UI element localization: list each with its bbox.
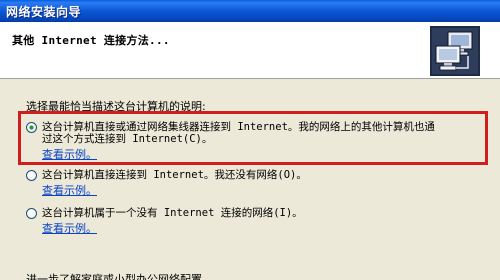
network-computers-icon — [430, 26, 480, 76]
option-shared-connection-example-link[interactable]: 查看示例。 — [42, 146, 97, 162]
option-direct-connection-label: 这台计算机直接连接到 Internet。我还没有网络(O)。 — [42, 169, 307, 181]
option-shared-connection-line2: 过这个方式连接到 Internet(C)。 — [42, 133, 213, 145]
title-bar[interactable]: 网络安装向导 — [0, 0, 500, 22]
wizard-body: 选择最能恰当描述这台计算机的说明: 这台计算机直接或通过网络集线器连接到 Int… — [0, 79, 500, 280]
option-no-internet-radio[interactable] — [26, 208, 37, 219]
option-no-internet-label: 这台计算机属于一个没有 Internet 连接的网络(I)。 — [42, 207, 303, 219]
option-direct-connection-example-link[interactable]: 查看示例。 — [42, 182, 97, 198]
option-prompt: 选择最能恰当描述这台计算机的说明: — [26, 100, 206, 113]
page-title: 其他 Internet 连接方法... — [12, 34, 170, 47]
option-no-internet[interactable]: 这台计算机属于一个没有 Internet 连接的网络(I)。 查看示例。 — [26, 207, 476, 237]
option-direct-connection-radio[interactable] — [26, 170, 37, 181]
learn-more-link[interactable]: 进一步了解家庭或小型办公网络配置。 — [26, 271, 213, 280]
wizard-window: 网络安装向导 其他 Internet 连接方法... 选择最能恰当描述这台计算机… — [0, 0, 500, 280]
option-direct-connection[interactable]: 这台计算机直接连接到 Internet。我还没有网络(O)。 查看示例。 — [26, 169, 476, 199]
option-shared-connection-radio[interactable] — [26, 122, 37, 133]
option-no-internet-example-link[interactable]: 查看示例。 — [42, 220, 97, 236]
window-title: 网络安装向导 — [6, 5, 82, 19]
wizard-header: 其他 Internet 连接方法... — [0, 22, 500, 79]
option-shared-connection[interactable]: 这台计算机直接或通过网络集线器连接到 Internet。我的网络上的其他计算机也… — [26, 121, 476, 161]
